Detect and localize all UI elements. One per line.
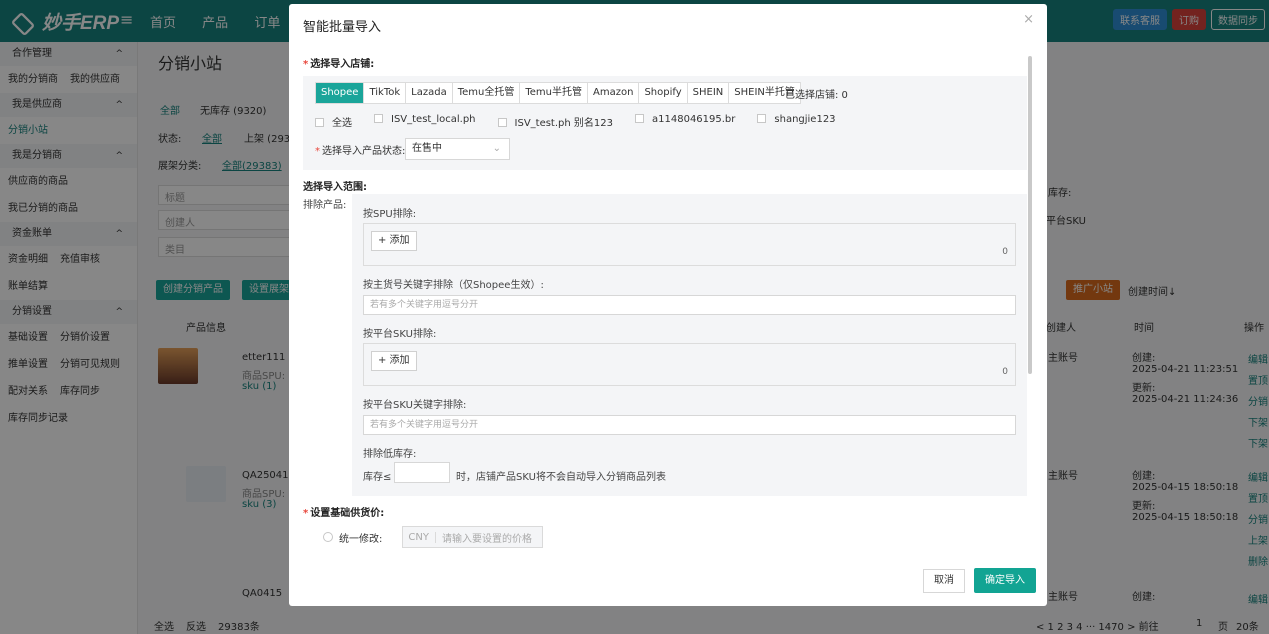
unify-price-radio[interactable] <box>323 532 333 542</box>
sku-keyword-exclude-label: 按平台SKU关键字排除: <box>363 400 467 411</box>
exclude-label: 排除产品: <box>303 200 347 211</box>
platform-tabs: Shopee TikTok Lazada Temu全托管 Temu半托管 Ama… <box>315 82 801 104</box>
unify-price-label: 统一修改: <box>339 533 383 545</box>
spu-exclude-label: 按SPU排除: <box>363 209 417 220</box>
range-section-label: 选择导入范围: <box>303 182 367 193</box>
add-spu-button[interactable]: + 添加 <box>371 231 417 251</box>
shop-checkbox-all[interactable]: 全选 <box>315 114 352 129</box>
add-sku-button[interactable]: + 添加 <box>371 351 417 371</box>
spu-exclude-area: + 添加 0 <box>363 223 1016 266</box>
price-placeholder: 请输入要设置的价格 <box>441 533 532 545</box>
shop-section-label: * 选择导入店铺: <box>303 59 375 70</box>
shop-checkboxes: 全选 ISV_test_local.ph ISV_test.ph 别名123 a… <box>315 114 836 129</box>
shop-selection-panel: Shopee TikTok Lazada Temu全托管 Temu半托管 Ama… <box>303 76 1027 170</box>
tab-lazada[interactable]: Lazada <box>406 83 453 103</box>
low-stock-label: 排除低库存: <box>363 449 417 460</box>
stock-threshold-input[interactable] <box>394 462 450 483</box>
stock-hint: 时，店铺产品SKU将不会自动导入分销商品列表 <box>456 472 666 483</box>
tab-shein[interactable]: SHEIN <box>688 83 730 103</box>
currency-label: CNY <box>408 531 436 543</box>
spu-count: 0 <box>1002 247 1008 257</box>
chevron-down-icon: ⌄ <box>492 143 501 154</box>
exclude-panel: 按SPU排除: + 添加 0 按主货号关键字排除（仅Shopee生效）: 若有多… <box>352 194 1027 496</box>
stock-prefix: 库存≤ <box>363 472 392 483</box>
checkbox-icon[interactable] <box>497 118 507 127</box>
tab-tiktok[interactable]: TikTok <box>364 83 407 103</box>
shop-checkbox[interactable]: ISV_test_local.ph <box>374 114 476 129</box>
sku-keyword-exclude-input[interactable]: 若有多个关键字用逗号分开 <box>363 415 1016 435</box>
checkbox-icon[interactable] <box>757 114 767 123</box>
sku-count: 0 <box>1002 367 1008 377</box>
confirm-import-button[interactable]: 确定导入 <box>974 568 1036 593</box>
product-status-label: * 选择导入产品状态: <box>315 146 406 157</box>
tab-temu-full[interactable]: Temu全托管 <box>453 83 521 103</box>
price-input[interactable]: CNY 请输入要设置的价格 <box>402 526 544 548</box>
checkbox-icon[interactable] <box>315 118 324 127</box>
tab-temu-semi[interactable]: Temu半托管 <box>520 83 589 103</box>
shop-checkbox[interactable]: a1148046195.br <box>635 114 735 129</box>
selected-shop-count: 已选择店铺: 0 <box>785 90 848 101</box>
smart-import-dialog: 智能批量导入 × * 选择导入店铺: Shopee TikTok Lazada T… <box>289 4 1047 606</box>
cancel-button[interactable]: 取消 <box>923 569 965 593</box>
tab-amazon[interactable]: Amazon <box>588 83 640 103</box>
checkbox-icon[interactable] <box>374 114 383 123</box>
tab-shopee[interactable]: Shopee <box>316 83 365 103</box>
sku-exclude-label: 按平台SKU排除: <box>363 329 437 340</box>
tab-shopify[interactable]: Shopify <box>639 83 688 103</box>
shop-checkbox[interactable]: ISV_test.ph 别名123 <box>497 114 613 129</box>
unify-price-row: 统一修改: CNY 请输入要设置的价格 <box>323 526 544 548</box>
price-section-label: * 设置基础供货价: <box>303 508 385 519</box>
sku-exclude-area: + 添加 0 <box>363 343 1016 386</box>
keyword-exclude-label: 按主货号关键字排除（仅Shopee生效）: <box>363 280 544 291</box>
checkbox-icon[interactable] <box>635 114 644 123</box>
dialog-title: 智能批量导入 <box>303 20 382 35</box>
dialog-scrollbar[interactable] <box>1028 56 1032 374</box>
close-icon[interactable]: × <box>1023 12 1034 27</box>
keyword-exclude-input[interactable]: 若有多个关键字用逗号分开 <box>363 295 1016 315</box>
shop-checkbox[interactable]: shangjie123 <box>757 114 836 129</box>
product-status-select[interactable]: 在售中 ⌄ <box>405 138 510 160</box>
